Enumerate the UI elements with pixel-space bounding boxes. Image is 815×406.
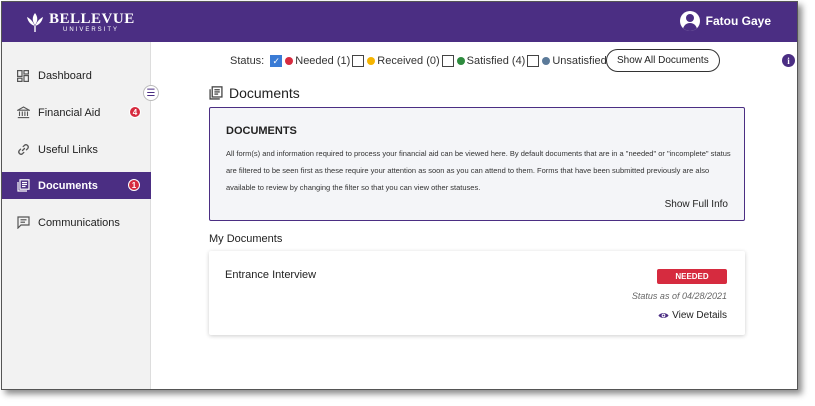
my-documents-heading: My Documents <box>209 233 283 245</box>
sidebar: Dashboard Financial Aid 4 Useful Links D… <box>2 42 151 389</box>
show-all-documents-button[interactable]: Show All Documents <box>606 49 720 72</box>
user-avatar-icon <box>679 11 700 31</box>
filter-option-label: Received (0) <box>377 55 440 67</box>
chat-icon <box>16 216 30 230</box>
sidebar-item-financial-aid[interactable]: Financial Aid 4 <box>2 99 151 126</box>
grid-icon <box>16 69 30 83</box>
status-date: Status as of 04/28/2021 <box>631 291 727 301</box>
sidebar-item-communications[interactable]: Communications <box>2 209 151 236</box>
unsatisfied-checkbox[interactable] <box>527 55 540 67</box>
filter-option-label: Satisfied (4) <box>466 55 526 67</box>
view-details-label: View Details <box>672 310 727 321</box>
tulip-logo-icon <box>27 13 43 32</box>
documents-info-panel: DOCUMENTS All form(s) and information re… <box>209 107 745 221</box>
user-menu[interactable]: Fatou Gaye <box>679 11 771 31</box>
green-status-dot-icon <box>456 57 465 65</box>
app-window: BELLEVUE UNIVERSITY Fatou Gaye Dashboard… <box>1 1 798 390</box>
filter-option-received[interactable]: Received (0) <box>352 55 440 67</box>
sidebar-item-label: Documents <box>38 179 98 192</box>
bank-icon <box>16 106 30 120</box>
status-filter: Status: ✓ Needed (1) Received (0) Satisf… <box>230 49 625 73</box>
needed-checkbox[interactable]: ✓ <box>270 55 283 67</box>
link-icon <box>16 143 30 157</box>
red-status-dot-icon <box>285 57 294 65</box>
info-panel-text: All form(s) and information required to … <box>226 149 731 192</box>
received-checkbox[interactable] <box>352 55 365 67</box>
user-name: Fatou Gaye <box>705 14 771 28</box>
filter-option-satisfied[interactable]: Satisfied (4) <box>441 55 526 67</box>
document-icon <box>16 179 30 193</box>
document-name: Entrance Interview <box>225 269 317 281</box>
show-full-info-link[interactable]: Show Full Info <box>665 199 728 210</box>
document-icon <box>209 86 223 100</box>
sidebar-item-label: Dashboard <box>38 69 92 82</box>
document-card: Entrance Interview NEEDED Status as of 0… <box>209 251 745 335</box>
eye-icon <box>658 310 669 321</box>
sidebar-item-label: Financial Aid <box>38 106 101 119</box>
notification-badge: 1 <box>128 179 140 191</box>
sidebar-toggle-button[interactable]: ☰ <box>143 85 159 101</box>
satisfied-checkbox[interactable] <box>441 55 454 67</box>
hamburger-icon: ☰ <box>146 87 156 99</box>
logo-sub-text: UNIVERSITY <box>63 27 120 33</box>
info-icon[interactable]: i <box>782 54 795 67</box>
notification-badge: 4 <box>129 106 141 118</box>
sidebar-item-label: Useful Links <box>38 143 98 156</box>
sidebar-item-documents[interactable]: Documents 1 <box>2 172 151 199</box>
filter-option-needed[interactable]: ✓ Needed (1) <box>270 55 350 67</box>
info-panel-title: DOCUMENTS <box>226 125 297 137</box>
view-details-link[interactable]: View Details <box>658 310 727 321</box>
yellow-status-dot-icon <box>367 57 376 65</box>
top-bar: BELLEVUE UNIVERSITY Fatou Gaye <box>2 2 797 42</box>
sidebar-item-useful-links[interactable]: Useful Links <box>2 136 151 163</box>
sidebar-item-dashboard[interactable]: Dashboard <box>2 62 151 89</box>
status-badge: NEEDED <box>657 269 727 284</box>
filter-option-label: Needed (1) <box>295 55 351 67</box>
page-title-text: Documents <box>229 85 300 101</box>
sidebar-item-label: Communications <box>38 216 120 229</box>
status-filter-label: Status: <box>230 55 265 67</box>
slate-status-dot-icon <box>542 57 551 65</box>
page-title: Documents <box>209 85 300 101</box>
university-logo[interactable]: BELLEVUE UNIVERSITY <box>24 11 135 33</box>
logo-main-text: BELLEVUE <box>49 11 135 27</box>
